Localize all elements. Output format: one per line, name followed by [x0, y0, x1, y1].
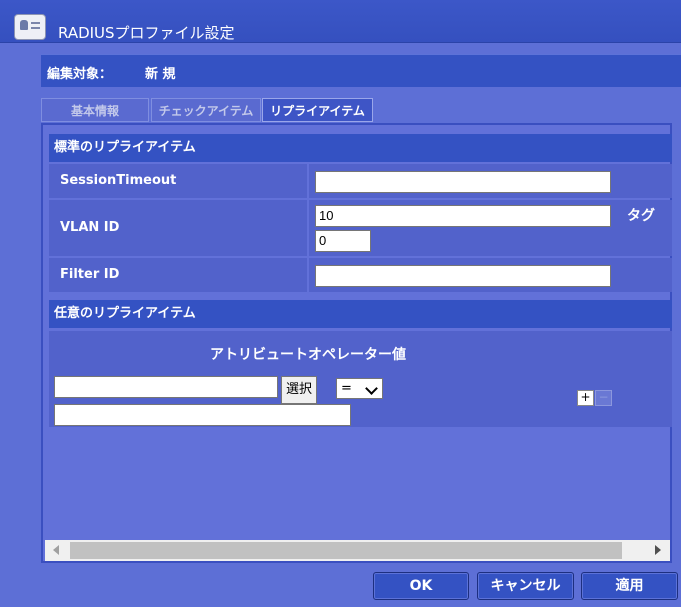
select-attribute-button[interactable]: 選択 [281, 376, 317, 404]
session-timeout-input[interactable] [315, 171, 611, 193]
vlan-tag-input[interactable]: 0 [315, 230, 371, 252]
value-input[interactable] [54, 404, 351, 426]
optional-reply-items-header: 任意のリプライアイテム [49, 300, 672, 328]
tab-reply-items[interactable]: リプライアイテム [262, 98, 373, 122]
window-title: RADIUSプロファイル設定 [58, 24, 235, 42]
edit-target-bar: 編集対象： 新 規 [41, 54, 681, 87]
filter-id-input[interactable] [315, 265, 611, 287]
scroll-left-icon[interactable] [53, 545, 59, 555]
chevron-down-icon [365, 382, 378, 395]
vlan-id-cell: 10 0 [309, 200, 672, 256]
session-timeout-cell [309, 164, 672, 198]
reply-items-panel: 標準のリプライアイテム SessionTimeout VLAN ID 10 0 … [41, 123, 672, 563]
operator-select[interactable]: = [336, 378, 383, 399]
vlan-id-input[interactable]: 10 [315, 205, 611, 227]
optional-items-area: アトリビュートオペレーター値 選択 = + − [49, 331, 672, 427]
attribute-input[interactable] [54, 376, 278, 398]
tab-basic-info[interactable]: 基本情報 [41, 98, 149, 122]
vlan-tag-label: タグ [627, 208, 655, 224]
edit-target-value: 新 規 [145, 67, 176, 82]
cancel-button[interactable]: キャンセル [477, 572, 574, 600]
ok-button[interactable]: OK [373, 572, 469, 600]
edit-target-label: 編集対象： [47, 67, 113, 82]
profile-card-icon [14, 14, 46, 40]
session-timeout-label: SessionTimeout [49, 164, 307, 198]
horizontal-scrollbar[interactable] [45, 540, 670, 561]
apply-button[interactable]: 適用 [581, 572, 678, 600]
add-row-button[interactable]: + [577, 390, 594, 406]
filter-id-cell [309, 258, 672, 292]
operator-value: = [341, 381, 352, 396]
attribute-operator-value-header: アトリビュートオペレーター値 [210, 347, 406, 363]
filter-id-label: Filter ID [49, 258, 307, 292]
vlan-id-label: VLAN ID [49, 200, 307, 256]
standard-reply-items-header: 標準のリプライアイテム [49, 134, 672, 162]
remove-row-button[interactable]: − [595, 390, 612, 406]
window-titlebar: RADIUSプロファイル設定 [0, 0, 681, 43]
scrollbar-thumb[interactable] [70, 542, 622, 559]
tab-check-items[interactable]: チェックアイテム [151, 98, 261, 122]
scroll-right-icon[interactable] [655, 545, 661, 555]
